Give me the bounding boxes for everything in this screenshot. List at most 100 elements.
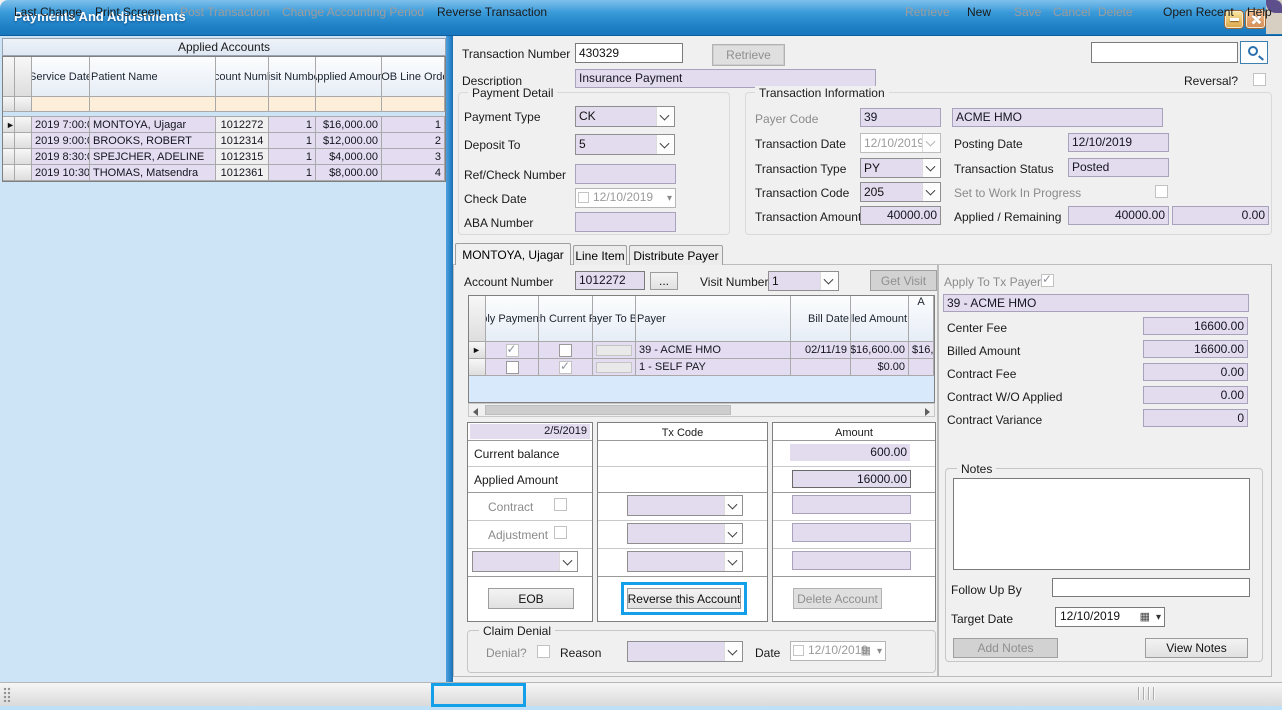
visit-number-combo[interactable]: 1: [768, 271, 839, 291]
cell-applied-amount[interactable]: $12,000.00: [316, 133, 382, 149]
search-button[interactable]: [1240, 41, 1268, 64]
billed-amount-cell[interactable]: $16,600.00: [851, 342, 909, 359]
open-recent-button[interactable]: Open Recent: [1163, 5, 1234, 19]
payer-grid-hscrollbar[interactable]: [468, 403, 935, 417]
apply-payment-cell[interactable]: ✓: [486, 342, 539, 359]
notes-textarea[interactable]: [953, 478, 1250, 570]
transaction-code-combo[interactable]: 205: [860, 182, 941, 202]
filter-cell[interactable]: [216, 97, 269, 112]
account-number-field[interactable]: 1012272: [575, 271, 645, 290]
drag-grip-icon[interactable]: [3, 687, 11, 702]
row-button[interactable]: [15, 133, 32, 149]
cell-visit-number[interactable]: 1: [269, 117, 316, 133]
switch-payer-cell[interactable]: [539, 342, 593, 359]
filter-cell[interactable]: [382, 97, 445, 112]
bill-date-cell[interactable]: 02/11/19: [791, 342, 851, 359]
row-selector[interactable]: ►: [3, 117, 15, 133]
reverse-transaction-button[interactable]: Reverse Transaction: [437, 5, 547, 19]
cell-account-number[interactable]: 1012361: [216, 165, 269, 181]
extra-txcode-combo[interactable]: [627, 551, 743, 572]
filter-cell[interactable]: [90, 97, 216, 112]
transaction-number-input[interactable]: [575, 43, 683, 63]
cell-service-date[interactable]: 2019 10:30:0: [32, 165, 90, 181]
follow-up-by-input[interactable]: [1052, 578, 1250, 597]
apply-payment-checkbox[interactable]: [506, 361, 519, 374]
row-button[interactable]: [15, 149, 32, 165]
adjustment-txcode-combo[interactable]: [627, 523, 743, 544]
switch-payer-checkbox[interactable]: [559, 344, 572, 357]
cell-service-date[interactable]: 2019 9:00:0: [32, 133, 90, 149]
row-selector[interactable]: ►: [469, 342, 486, 359]
cell-visit-number[interactable]: 1: [269, 133, 316, 149]
search-input[interactable]: [1091, 42, 1238, 63]
print-screen-button[interactable]: Print Screen: [95, 5, 161, 19]
row-button[interactable]: [15, 165, 32, 181]
help-button[interactable]: Help: [1247, 5, 1272, 19]
target-date-picker[interactable]: 12/10/2019 ▦ ▾: [1055, 607, 1165, 627]
contract-txcode-combo[interactable]: [627, 495, 743, 516]
scroll-left-icon[interactable]: [473, 408, 478, 416]
denial-reason-combo[interactable]: [627, 641, 743, 662]
last-change-button[interactable]: Last Change: [14, 5, 82, 19]
scroll-right-icon[interactable]: [925, 408, 930, 416]
payer-to-bill-cell[interactable]: [593, 359, 636, 376]
cell-eob-line-order[interactable]: 2: [382, 133, 445, 149]
row-button[interactable]: [15, 117, 32, 133]
eob-button[interactable]: EOB: [488, 588, 574, 609]
tab-distribute-payer[interactable]: Distribute Payer: [629, 245, 723, 265]
cell-patient-name[interactable]: THOMAS, Matsendra: [90, 165, 216, 181]
cell-eob-line-order[interactable]: 3: [382, 149, 445, 165]
scrollbar-thumb[interactable]: [485, 405, 731, 415]
cell-patient-name[interactable]: BROOKS, ROBERT: [90, 133, 216, 149]
new-button[interactable]: New: [967, 5, 991, 19]
bill-date-cell[interactable]: [791, 359, 851, 376]
view-notes-button[interactable]: View Notes: [1145, 638, 1248, 658]
cell-eob-line-order[interactable]: 4: [382, 165, 445, 181]
cell-applied-amount[interactable]: $4,000.00: [316, 149, 382, 165]
filter-cell[interactable]: [316, 97, 382, 112]
tab-patient[interactable]: MONTOYA, Ujagar: [455, 243, 571, 265]
cell-applied-amount[interactable]: $8,000.00: [316, 165, 382, 181]
switch-payer-checkbox[interactable]: ✓: [559, 361, 572, 374]
adjustment-amount-field[interactable]: [792, 523, 911, 542]
cell-visit-number[interactable]: 1: [269, 149, 316, 165]
partial-cell[interactable]: [909, 359, 934, 376]
row-selector[interactable]: [3, 149, 15, 165]
transaction-type-combo[interactable]: PY: [860, 158, 941, 178]
account-lookup-button[interactable]: ...: [650, 272, 678, 290]
filter-cell[interactable]: [32, 97, 90, 112]
payer-cell[interactable]: 39 - ACME HMO: [636, 342, 791, 359]
row-selector[interactable]: [3, 133, 15, 149]
switch-payer-cell[interactable]: ✓: [539, 359, 593, 376]
applied-amount-field[interactable]: 16000.00: [792, 470, 911, 488]
extra-amount-field[interactable]: [792, 551, 911, 570]
cell-patient-name[interactable]: MONTOYA, Ujagar: [90, 117, 216, 133]
row-selector[interactable]: [469, 359, 486, 376]
apply-payment-cell[interactable]: [486, 359, 539, 376]
cell-service-date[interactable]: 2019 7:00:00: [32, 117, 90, 133]
reverse-this-account-button[interactable]: Reverse this Account: [627, 588, 741, 609]
reversal-checkbox[interactable]: [1253, 73, 1266, 86]
contract-amount-field[interactable]: [792, 495, 911, 514]
deposit-to-combo[interactable]: 5: [575, 134, 675, 155]
payment-type-combo[interactable]: CK: [575, 106, 675, 127]
apply-payment-checkbox[interactable]: ✓: [506, 344, 519, 357]
payer-to-bill-cell[interactable]: [593, 342, 636, 359]
partial-cell[interactable]: $16,: [909, 342, 934, 359]
cell-account-number[interactable]: 1012315: [216, 149, 269, 165]
cell-account-number[interactable]: 1012272: [216, 117, 269, 133]
cell-applied-amount[interactable]: $16,000.00: [316, 117, 382, 133]
aba-number-field[interactable]: [575, 212, 676, 232]
filter-cell[interactable]: [269, 97, 316, 112]
extra-type-combo[interactable]: [472, 551, 578, 572]
cell-visit-number[interactable]: 1: [269, 165, 316, 181]
payer-cell[interactable]: 1 - SELF PAY: [636, 359, 791, 376]
ref-check-field[interactable]: [575, 164, 676, 184]
cell-account-number[interactable]: 1012314: [216, 133, 269, 149]
billed-amount-cell[interactable]: $0.00: [851, 359, 909, 376]
cell-service-date[interactable]: 2019 8:30:0: [32, 149, 90, 165]
tab-line-item[interactable]: Line Item: [573, 245, 627, 265]
cell-patient-name[interactable]: SPEJCHER, ADELINE: [90, 149, 216, 165]
cell-eob-line-order[interactable]: 1: [382, 117, 445, 133]
panel-divider[interactable]: [446, 36, 453, 682]
